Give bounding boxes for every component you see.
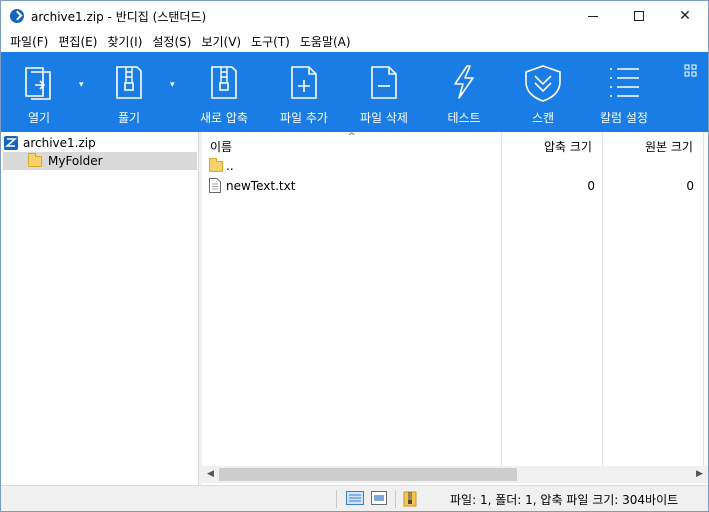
status-divider [395, 490, 396, 508]
extract-label: 풀기 [117, 111, 141, 125]
add-file-label: 파일 추가 [280, 111, 328, 125]
menu-file[interactable]: 파일(F) [5, 33, 53, 50]
column-list-icon [610, 68, 639, 97]
status-text: 파일: 1, 폴더: 1, 압축 파일 크기: 304바이트 [450, 493, 679, 507]
new-archive-label: 새로 압축 [200, 111, 248, 125]
menu-settings[interactable]: 설정(S) [147, 33, 196, 50]
table-row[interactable]: newText.txt 0 0 [202, 177, 708, 195]
maximize-icon [634, 11, 644, 21]
delete-file-label: 파일 삭제 [360, 111, 408, 125]
folder-tree: archive1.zip MyFolder [1, 132, 199, 485]
close-button[interactable]: ✕ [662, 1, 708, 31]
file-name: newText.txt [226, 179, 296, 193]
test-button[interactable]: 테스트 [432, 52, 496, 132]
scan-label: 스캔 [531, 111, 555, 125]
column-settings-label: 칼럼 설정 [600, 111, 648, 125]
close-icon: ✕ [679, 8, 691, 24]
menu-find[interactable]: 찾기(I) [102, 33, 147, 50]
app-logo-icon [10, 9, 24, 23]
original-size: 0 [686, 179, 694, 193]
folder-icon [28, 152, 42, 167]
extract-zip-icon [116, 66, 142, 99]
column-header-name[interactable]: 이름 [210, 138, 232, 155]
new-archive-icon [211, 66, 237, 99]
maximize-button[interactable] [616, 1, 662, 31]
file-name: .. [226, 159, 234, 173]
extract-dropdown-chevron-icon[interactable]: ▾ [170, 80, 175, 90]
tree-root[interactable]: archive1.zip [3, 134, 96, 152]
open-dropdown-chevron-icon[interactable]: ▾ [79, 80, 84, 90]
scroll-left-icon[interactable]: ◀ [202, 466, 219, 483]
new-archive-button[interactable]: 새로 압축 [192, 52, 256, 132]
app-window: archive1.zip - 반디집 (스탠더드) ✕ 파일(F) 편집(E) … [0, 0, 709, 512]
layout-grid-icon[interactable] [684, 64, 698, 78]
packed-size: 0 [587, 179, 595, 193]
tree-item-label: MyFolder [48, 154, 103, 168]
delete-file-button[interactable]: 파일 삭제 [352, 52, 416, 132]
window-title: archive1.zip - 반디집 (스탠더드) [31, 10, 207, 24]
tree-item-myfolder[interactable]: MyFolder [3, 152, 197, 170]
menu-tools[interactable]: 도구(T) [246, 33, 295, 50]
minimize-icon [588, 15, 598, 17]
preview-pane-icon[interactable] [371, 491, 387, 505]
add-file-icon [291, 66, 317, 99]
menu-bar: 파일(F) 편집(E) 찾기(I) 설정(S) 보기(V) 도구(T) 도움말(… [1, 31, 708, 52]
file-list: ^ 이름 압축 크기 원본 크기 .. newText.txt 0 0 [202, 132, 708, 485]
extract-button[interactable]: 풀기 [101, 52, 157, 132]
parent-folder-icon [209, 158, 223, 172]
column-header-original[interactable]: 원본 크기 [645, 138, 693, 155]
horizontal-scrollbar[interactable]: ◀ ▶ [202, 466, 708, 483]
scan-button[interactable]: 스캔 [511, 52, 575, 132]
open-archive-icon [25, 67, 51, 100]
column-header-packed[interactable]: 압축 크기 [544, 138, 592, 155]
scroll-thumb[interactable] [219, 468, 517, 481]
add-file-button[interactable]: 파일 추가 [272, 52, 336, 132]
column-settings-button[interactable]: 칼럼 설정 [591, 52, 657, 132]
test-label: 테스트 [447, 111, 481, 125]
archive-info-icon[interactable] [402, 491, 418, 507]
table-row[interactable]: .. [202, 158, 708, 177]
menu-help[interactable]: 도움말(A) [295, 33, 356, 50]
zip-archive-icon [4, 136, 18, 150]
open-button[interactable]: 열기 [11, 52, 67, 132]
delete-file-icon [371, 66, 397, 99]
status-bar: 파일: 1, 폴더: 1, 압축 파일 크기: 304바이트 [1, 485, 708, 511]
menu-view[interactable]: 보기(V) [196, 33, 246, 50]
list-header: ^ 이름 압축 크기 원본 크기 [202, 132, 708, 158]
sort-ascending-icon: ^ [348, 132, 356, 142]
text-file-icon [209, 178, 221, 193]
menu-edit[interactable]: 편집(E) [53, 33, 102, 50]
title-bar: archive1.zip - 반디집 (스탠더드) ✕ [1, 1, 708, 31]
toolbar: 열기 ▾ 풀기 ▾ 새로 압축 파일 추가 파일 삭제 테스트 스캔 칼럼 설정 [1, 52, 708, 132]
details-view-icon[interactable] [346, 491, 364, 505]
shield-check-icon [525, 65, 561, 102]
lightning-icon [454, 65, 474, 99]
tree-root-label: archive1.zip [23, 136, 96, 150]
scroll-right-icon[interactable]: ▶ [691, 466, 708, 483]
minimize-button[interactable] [570, 1, 616, 31]
status-divider [336, 490, 337, 508]
open-label: 열기 [27, 111, 51, 125]
